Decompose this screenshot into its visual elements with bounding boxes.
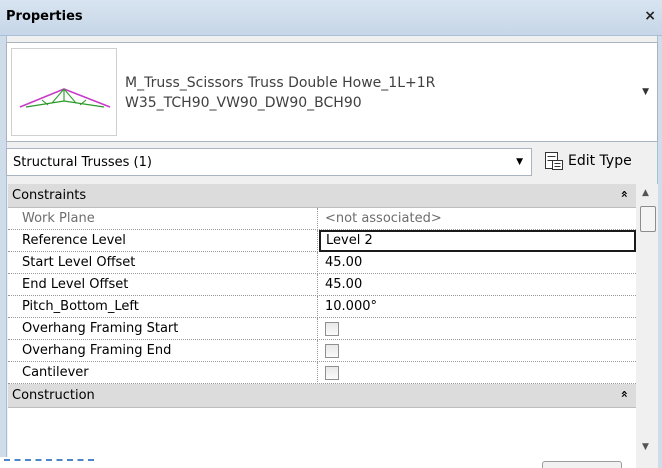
property-name: Reference Level (8, 230, 318, 252)
property-row-pitch-bottom-left: Pitch_Bottom_Left 10.000° (8, 296, 636, 318)
type-name-line-1: M_Truss_Scissors Truss Double Howe_1L+1R (125, 75, 436, 91)
scroll-down-icon[interactable]: ▼ (642, 442, 649, 452)
type-dropdown-icon[interactable]: ▼ (642, 87, 649, 97)
truss-thumbnail-icon (11, 48, 117, 136)
edit-type-label: Edit Type (568, 153, 632, 169)
property-row-overhang-framing-end: Overhang Framing End (8, 340, 636, 362)
panel-title-bar: Properties × (0, 0, 662, 36)
property-name: Cantilever (8, 362, 318, 384)
property-name: Start Level Offset (8, 252, 318, 274)
cantilever-checkbox[interactable] (325, 366, 339, 380)
scrollbar-thumb[interactable] (640, 206, 656, 232)
button-fragment (542, 461, 622, 468)
type-name: M_Truss_Scissors Truss Double Howe_1L+1R… (125, 73, 435, 113)
instance-row: Structural Trusses (1) ▼ Edit Type (6, 148, 658, 178)
chevron-down-icon: ▼ (516, 157, 523, 167)
vertical-scrollbar[interactable]: ▲ ▼ (636, 184, 658, 468)
end-level-offset-field[interactable]: 45.00 (319, 274, 636, 296)
type-selector[interactable]: M_Truss_Scissors Truss Double Howe_1L+1R… (6, 42, 658, 142)
type-name-line-2: W35_TCH90_VW90_DW90_BCH90 (125, 95, 362, 111)
property-name: Overhang Framing Start (8, 318, 318, 340)
property-name: Work Plane (8, 208, 318, 230)
scroll-up-icon[interactable]: ▲ (642, 188, 649, 198)
property-row-cantilever: Cantilever (8, 362, 636, 384)
edit-type-icon (545, 152, 563, 170)
edit-type-button[interactable]: Edit Type (540, 148, 656, 176)
property-name: End Level Offset (8, 274, 318, 296)
property-row-work-plane: Work Plane <not associated> (8, 208, 636, 230)
property-value-cell (319, 340, 636, 362)
group-label-construction: Construction (12, 388, 95, 403)
group-header-construction[interactable]: Construction » (8, 384, 636, 408)
property-row-start-level-offset: Start Level Offset 45.00 (8, 252, 636, 274)
reference-level-field[interactable]: Level 2 (319, 230, 636, 252)
properties-grid: Constraints » Work Plane <not associated… (8, 184, 636, 468)
property-name: Overhang Framing End (8, 340, 318, 362)
overhang-framing-start-checkbox[interactable] (325, 322, 339, 336)
property-value-cell (319, 318, 636, 340)
property-value-cell (319, 362, 636, 384)
link-fragment (4, 459, 94, 462)
property-name: Pitch_Bottom_Left (8, 296, 318, 318)
property-row-reference-level: Reference Level Level 2 (8, 230, 636, 252)
overhang-framing-end-checkbox[interactable] (325, 344, 339, 358)
instance-filter-label: Structural Trusses (1) (13, 155, 152, 170)
property-value: <not associated> (325, 211, 442, 226)
instance-filter-dropdown[interactable]: Structural Trusses (1) ▼ (6, 148, 532, 176)
collapse-icon[interactable]: » (617, 390, 631, 398)
group-label-constraints: Constraints (12, 188, 87, 203)
collapse-icon[interactable]: » (617, 190, 631, 198)
property-row-overhang-framing-start: Overhang Framing Start (8, 318, 636, 340)
close-icon[interactable]: × (644, 8, 656, 24)
property-row-end-level-offset: End Level Offset 45.00 (8, 274, 636, 296)
group-header-constraints[interactable]: Constraints » (8, 184, 636, 208)
panel-title: Properties (6, 9, 83, 24)
next-row-fragment (0, 457, 636, 468)
pitch-bottom-left-field[interactable]: 10.000° (319, 296, 636, 318)
start-level-offset-field[interactable]: 45.00 (319, 252, 636, 274)
